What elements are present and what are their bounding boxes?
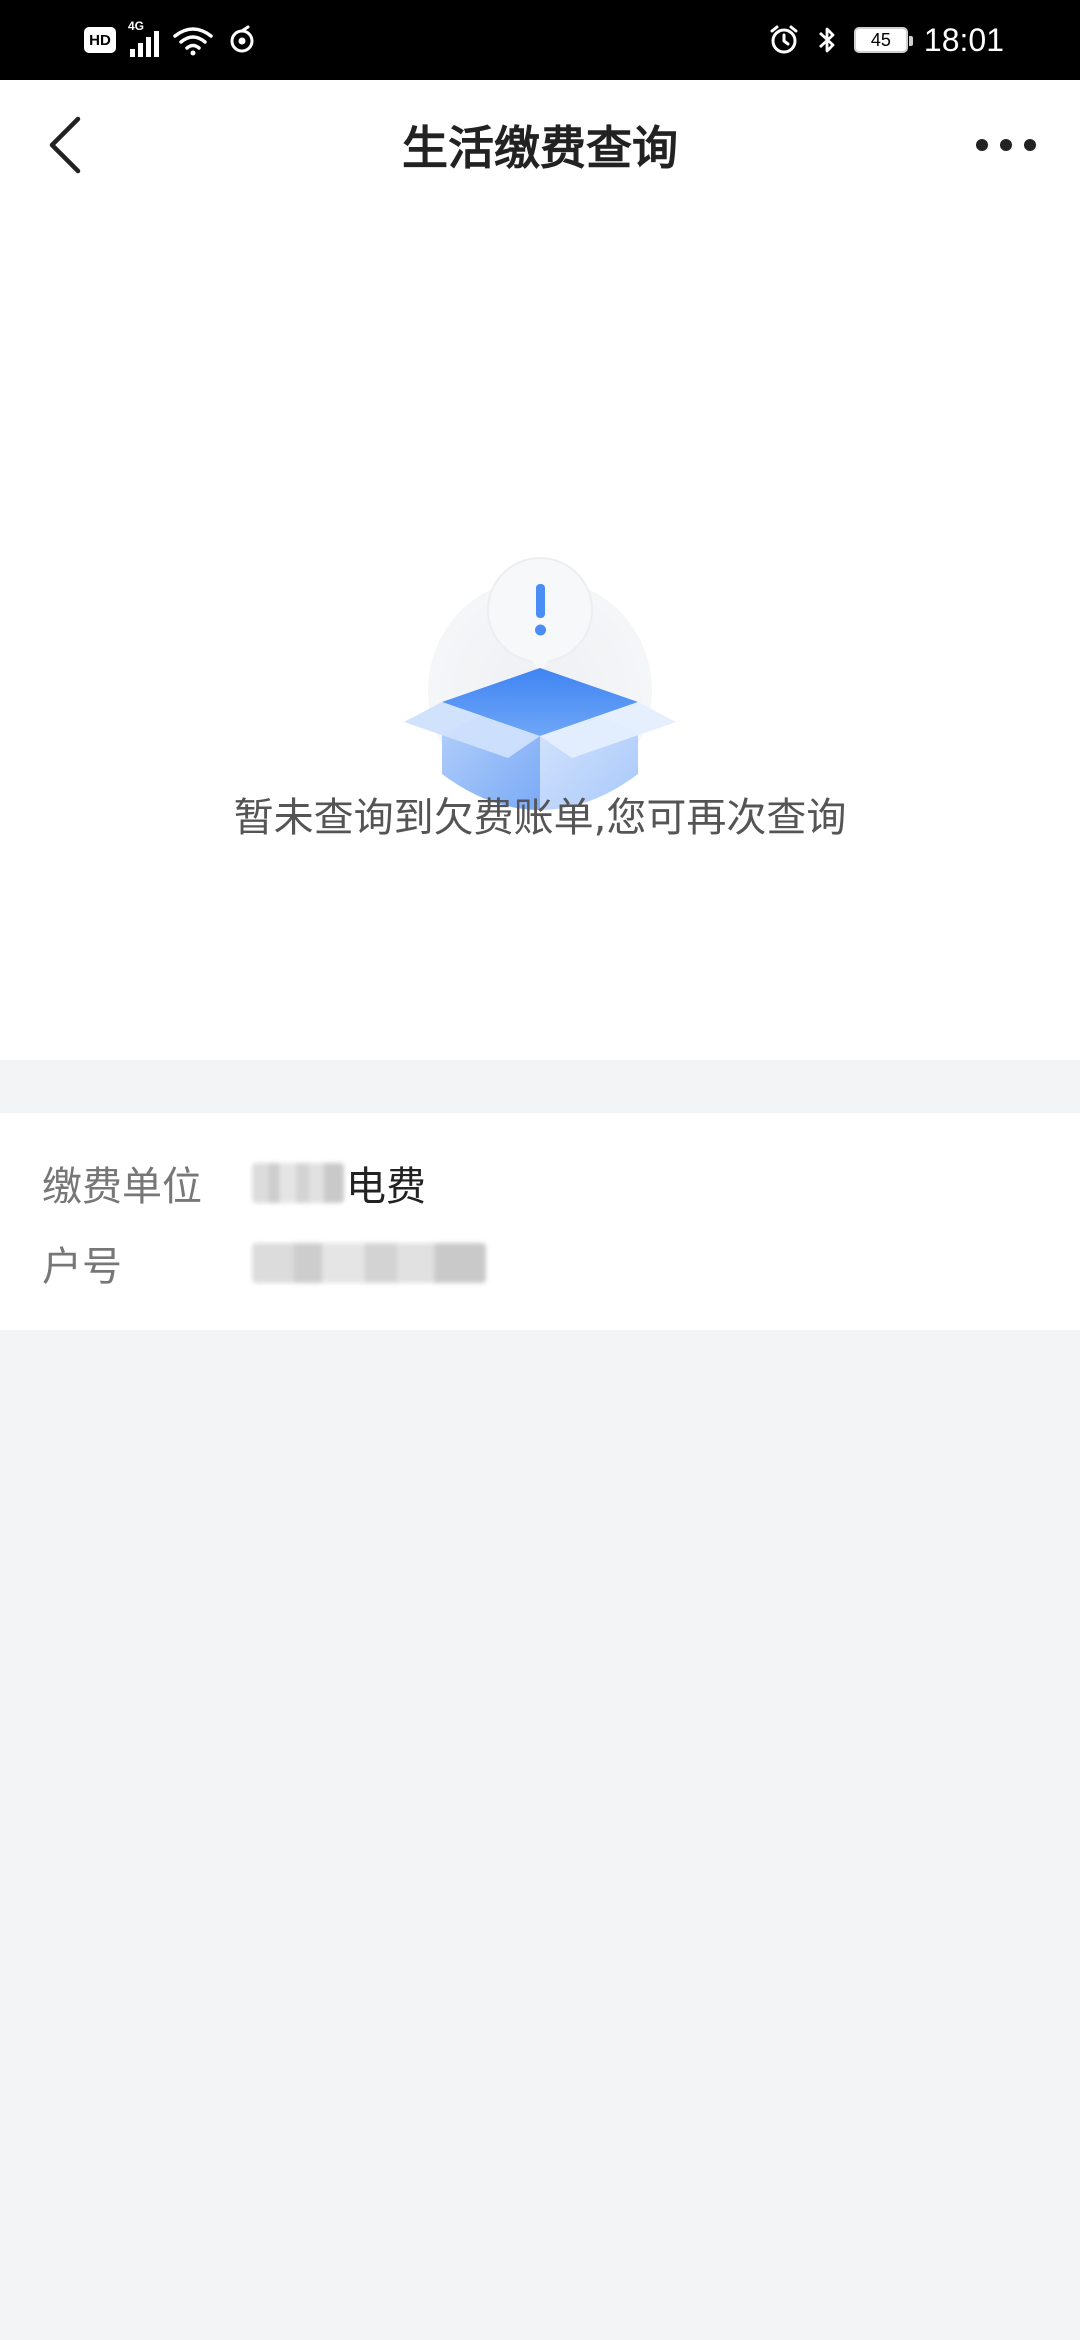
more-horizontal-icon — [976, 139, 988, 151]
bill-info-card: 缴费单位 电费 户号 — [0, 1113, 1080, 1330]
more-button[interactable] — [968, 120, 1044, 170]
alarm-icon — [770, 25, 798, 54]
unit-value-suffix: 电费 — [346, 1164, 426, 1210]
empty-box-alert-icon — [404, 557, 676, 810]
hd-icon: HD — [84, 27, 116, 53]
bluetooth-icon — [818, 27, 835, 53]
status-right: 45 18:01 — [768, 0, 1004, 80]
unit-value: 电费 — [252, 1154, 426, 1212]
page-title: 生活缴费查询 — [402, 121, 678, 175]
unit-label: 缴费单位 — [42, 1164, 202, 1210]
more-dot — [1000, 139, 1012, 151]
battery-icon: 45 — [853, 27, 913, 53]
redacted-text — [252, 1163, 344, 1203]
status-left: HD 4G — [84, 0, 257, 80]
more-dot — [1024, 139, 1036, 151]
unit-row: 缴费单位 电费 — [0, 1148, 1080, 1218]
redacted-text — [252, 1243, 486, 1283]
sync-icon — [230, 25, 254, 53]
battery-level: 45 — [870, 29, 891, 50]
account-label: 户号 — [42, 1244, 122, 1290]
signal-icon: 4G — [128, 19, 159, 57]
network-type: 4G — [128, 19, 145, 33]
wifi-icon — [173, 27, 213, 56]
status-time: 18:01 — [923, 21, 1004, 58]
account-row: 户号 — [0, 1228, 1080, 1298]
empty-message: 暂未查询到欠费账单,您可再次查询 — [233, 795, 847, 841]
account-value — [252, 1243, 486, 1283]
status-bar: HD 4G 45 18:01 — [0, 0, 1080, 80]
nav-header: 生活缴费查询 — [0, 80, 1080, 210]
empty-state: 暂未查询到欠费账单,您可再次查询 — [0, 210, 1080, 1060]
